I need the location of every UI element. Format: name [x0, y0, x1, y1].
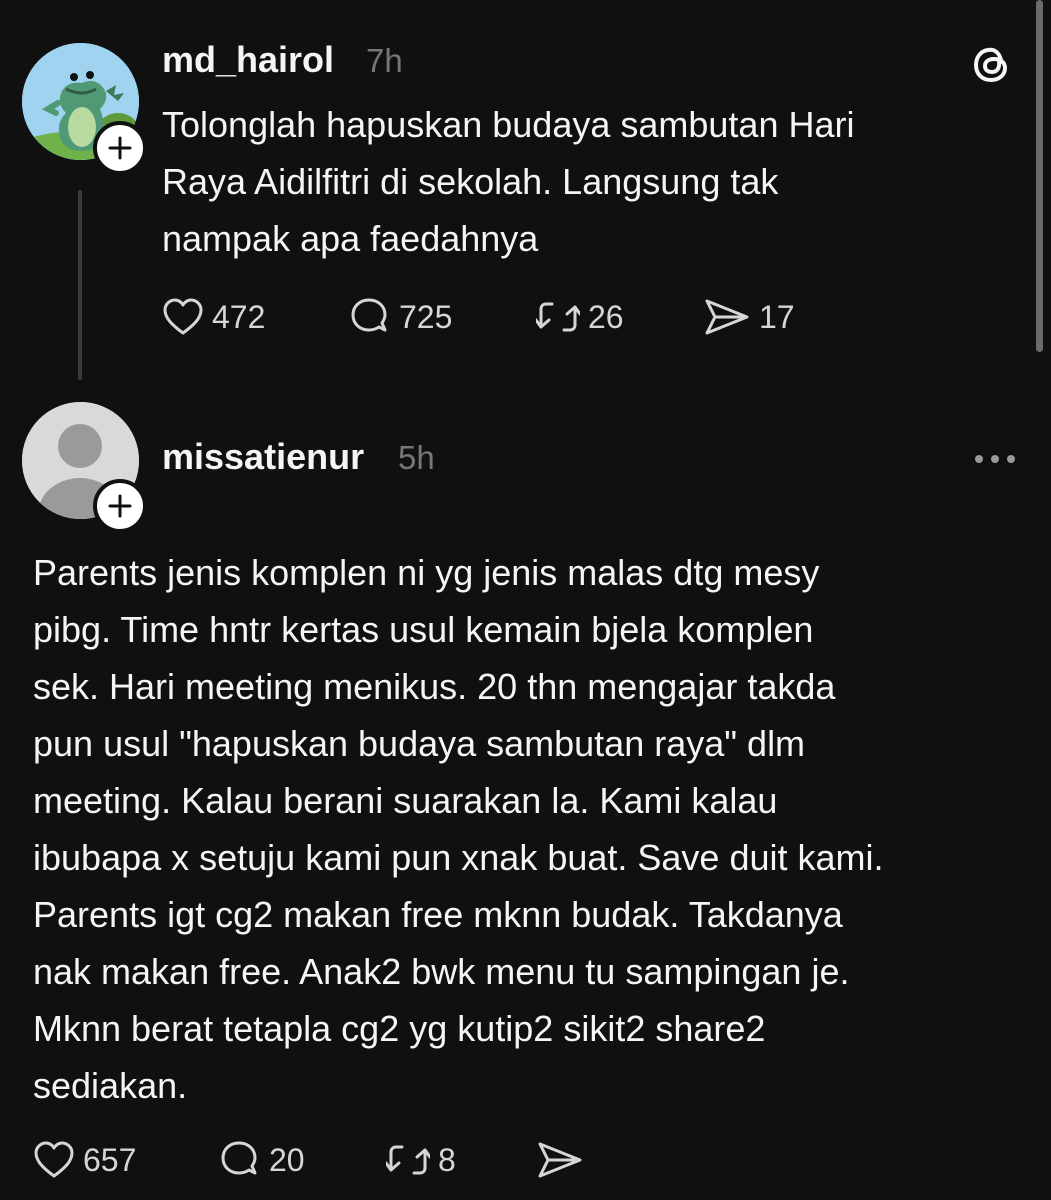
heart-icon	[163, 298, 203, 335]
threads-logo-icon[interactable]	[970, 42, 1014, 86]
share-button[interactable]	[536, 1140, 584, 1180]
send-icon	[538, 1142, 582, 1178]
thread-connector-line	[78, 190, 82, 380]
like-count: 657	[83, 1141, 137, 1178]
plus-icon	[108, 494, 132, 518]
scrollbar[interactable]	[1036, 0, 1043, 352]
like-count: 472	[212, 298, 266, 335]
reply-button[interactable]: 20	[219, 1139, 386, 1181]
heart-icon	[34, 1141, 74, 1178]
follow-button[interactable]	[93, 121, 147, 175]
repost-button[interactable]: 8	[386, 1139, 536, 1181]
post-timestamp: 7h	[366, 42, 403, 79]
repost-count: 8	[438, 1141, 456, 1178]
comment-icon	[221, 1141, 257, 1175]
post-username[interactable]: missatienur	[162, 436, 364, 478]
send-icon	[705, 299, 749, 335]
post-username[interactable]: md_hairol	[162, 39, 334, 81]
post-actions: 657 20 8	[33, 1139, 584, 1181]
plus-icon	[108, 136, 132, 160]
reply-count: 20	[269, 1141, 305, 1178]
follow-button[interactable]	[93, 479, 147, 533]
reply-count: 725	[399, 298, 453, 335]
repost-icon	[536, 302, 580, 332]
post-timestamp: 5h	[398, 439, 435, 476]
repost-button[interactable]: 26	[536, 296, 703, 338]
share-count: 17	[759, 298, 795, 335]
post-text: Tolonglah hapuskan budaya sambutan Hari …	[162, 104, 855, 259]
reply-button[interactable]: 725	[349, 296, 536, 338]
share-button[interactable]: 17	[703, 297, 795, 337]
comment-icon	[351, 298, 387, 332]
like-button[interactable]: 472	[162, 297, 349, 337]
repost-count: 26	[588, 298, 624, 335]
like-button[interactable]: 657	[33, 1140, 219, 1180]
post-actions: 472 725 26 17	[162, 296, 795, 338]
threads-feed: md_hairol 7h Tolonglah hapuskan budaya s…	[0, 0, 1051, 1200]
repost-icon	[386, 1145, 430, 1175]
more-horizontal-icon[interactable]	[972, 452, 1018, 466]
post-text: Parents jenis komplen ni yg jenis malas …	[33, 552, 884, 1106]
